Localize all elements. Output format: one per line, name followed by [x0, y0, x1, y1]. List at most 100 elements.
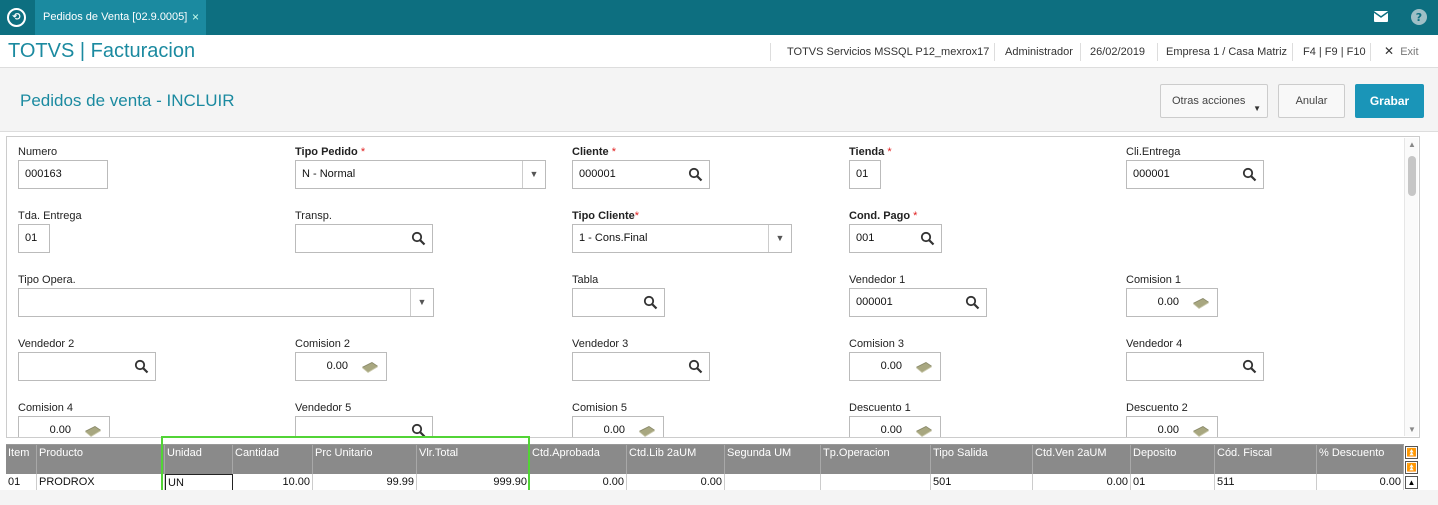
money-icon[interactable]	[914, 361, 934, 373]
divider	[770, 43, 771, 61]
totvs-logo-icon[interactable]: ⟲	[7, 8, 26, 27]
shortcuts-label[interactable]: F4 | F9 | F10	[1303, 46, 1366, 58]
tipo-pedido-select[interactable]: N - Normal ▼	[295, 160, 546, 189]
col-header[interactable]: Producto	[37, 445, 165, 474]
tienda-field[interactable]: 01	[849, 160, 881, 189]
page-title: Pedidos de venta - INCLUIR	[20, 91, 235, 110]
col-header[interactable]: Tp.Operacion	[821, 445, 931, 474]
search-icon[interactable]	[965, 295, 980, 310]
money-icon[interactable]	[1191, 297, 1211, 309]
comision1-field[interactable]: 0.00	[1126, 288, 1218, 317]
grid-cell[interactable]: 0.00	[530, 474, 627, 491]
search-icon[interactable]	[643, 295, 658, 310]
vendedor4-field[interactable]	[1126, 352, 1264, 381]
date-label[interactable]: 26/02/2019	[1090, 46, 1145, 58]
grid-cell[interactable]: PRODROX	[37, 474, 165, 491]
grid-cell[interactable]: 0.00	[1033, 474, 1131, 491]
app-bar: TOTVS | Facturacion TOTVS Servicios MSSQ…	[0, 35, 1438, 68]
search-icon[interactable]	[688, 359, 703, 374]
comision4-field[interactable]: 0.00	[18, 416, 110, 437]
money-icon[interactable]	[637, 425, 657, 437]
money-icon[interactable]	[83, 425, 103, 437]
col-header[interactable]: Cantidad	[233, 445, 313, 474]
grid-cell[interactable]: 0.00	[627, 474, 725, 491]
search-icon[interactable]	[134, 359, 149, 374]
grid-cell[interactable]: 01	[6, 474, 37, 491]
col-header[interactable]: Item	[6, 445, 37, 474]
comision5-field[interactable]: 0.00	[572, 416, 664, 437]
scrollbar-thumb[interactable]	[1408, 156, 1416, 196]
grid-cell[interactable]	[725, 474, 821, 491]
col-header[interactable]: Vlr.Total	[417, 445, 530, 474]
cond-pago-label: Cond. Pago *	[849, 210, 918, 222]
col-header[interactable]: % Descuento	[1317, 445, 1404, 474]
cancel-button[interactable]: Anular	[1278, 84, 1345, 118]
col-header[interactable]: Segunda UM	[725, 445, 821, 474]
more-actions-button[interactable]: Otras acciones ▼	[1160, 84, 1268, 118]
company-label[interactable]: Empresa 1 / Casa Matriz	[1166, 46, 1287, 58]
vendedor1-field[interactable]: 000001	[849, 288, 987, 317]
grid-cell[interactable]: 999.90	[417, 474, 530, 491]
cli-entrega-label: Cli.Entrega	[1126, 146, 1181, 158]
scroll-top-icon[interactable]: ⏫	[1405, 446, 1418, 459]
numero-field[interactable]: 000163	[18, 160, 108, 189]
grid-cell[interactable]: 01	[1131, 474, 1215, 491]
col-header[interactable]: Ctd.Aprobada	[530, 445, 627, 474]
money-icon[interactable]	[914, 425, 934, 437]
tab-close-icon[interactable]: ×	[192, 0, 199, 35]
search-icon[interactable]	[920, 231, 935, 246]
cli-entrega-field[interactable]: 000001	[1126, 160, 1264, 189]
col-header[interactable]: Tipo Salida	[931, 445, 1033, 474]
tipo-cliente-select[interactable]: 1 - Cons.Final ▼	[572, 224, 792, 253]
grid-cell[interactable]	[821, 474, 931, 491]
money-icon[interactable]	[1191, 425, 1211, 437]
search-icon[interactable]	[1242, 167, 1257, 182]
grid-cell[interactable]: 99.99	[313, 474, 417, 491]
search-icon[interactable]	[1242, 359, 1257, 374]
grid-cell[interactable]: 10.00	[233, 474, 313, 491]
descuento2-field[interactable]: 0.00	[1126, 416, 1218, 437]
tabla-field[interactable]	[572, 288, 665, 317]
form-scrollbar[interactable]: ▲ ▼	[1404, 138, 1418, 436]
table-row[interactable]: 01 PRODROX UN 10.00 99.99 999.90 0.00 0.…	[6, 474, 1404, 491]
col-header[interactable]: Ctd.Ven 2aUM	[1033, 445, 1131, 474]
vendedor3-field[interactable]	[572, 352, 710, 381]
help-icon[interactable]: ?	[1410, 9, 1428, 27]
user-label[interactable]: Administrador	[1005, 46, 1073, 58]
money-icon[interactable]	[360, 361, 380, 373]
grid-cell[interactable]: 511	[1215, 474, 1317, 491]
grid-cell[interactable]: 0.00	[1317, 474, 1404, 491]
tda-entrega-field[interactable]: 01	[18, 224, 50, 253]
cliente-field[interactable]: 000001	[572, 160, 710, 189]
tab-pedidos-de-venta[interactable]: Pedidos de Venta [02.9.0005] ×	[35, 0, 206, 35]
divider	[1157, 43, 1158, 61]
svg-text:?: ?	[1416, 11, 1422, 24]
comision2-field[interactable]: 0.00	[295, 352, 387, 381]
scroll-up-icon[interactable]: ▲	[1405, 476, 1418, 489]
col-header[interactable]: Unidad	[165, 445, 233, 474]
vendedor2-field[interactable]	[18, 352, 156, 381]
search-icon[interactable]	[688, 167, 703, 182]
col-header[interactable]: Cód. Fiscal	[1215, 445, 1317, 474]
transp-field[interactable]	[295, 224, 433, 253]
mail-icon[interactable]	[1372, 9, 1390, 27]
scroll-up-icon[interactable]: ▲	[1405, 140, 1419, 149]
exit-button[interactable]: ✕ Exit	[1384, 44, 1419, 58]
vendedor5-field[interactable]	[295, 416, 433, 438]
col-header[interactable]: Prc Unitario	[313, 445, 417, 474]
search-icon[interactable]	[411, 423, 426, 438]
descuento1-field[interactable]: 0.00	[849, 416, 941, 437]
exit-label: Exit	[1400, 46, 1419, 58]
cond-pago-field[interactable]: 001	[849, 224, 942, 253]
tipo-opera-select[interactable]: ▼	[18, 288, 434, 317]
col-header[interactable]: Ctd.Lib 2aUM	[627, 445, 725, 474]
grid-cell[interactable]: 501	[931, 474, 1033, 491]
save-button[interactable]: Grabar	[1355, 84, 1424, 118]
environment-label: TOTVS Servicios MSSQL P12_mexrox17	[787, 46, 990, 58]
col-header[interactable]: Deposito	[1131, 445, 1215, 474]
grid-cell-editor[interactable]: UN	[165, 474, 233, 491]
search-icon[interactable]	[411, 231, 426, 246]
comision3-field[interactable]: 0.00	[849, 352, 941, 381]
scroll-page-up-icon[interactable]: ⏫	[1405, 461, 1418, 474]
scroll-down-icon[interactable]: ▼	[1405, 425, 1419, 434]
